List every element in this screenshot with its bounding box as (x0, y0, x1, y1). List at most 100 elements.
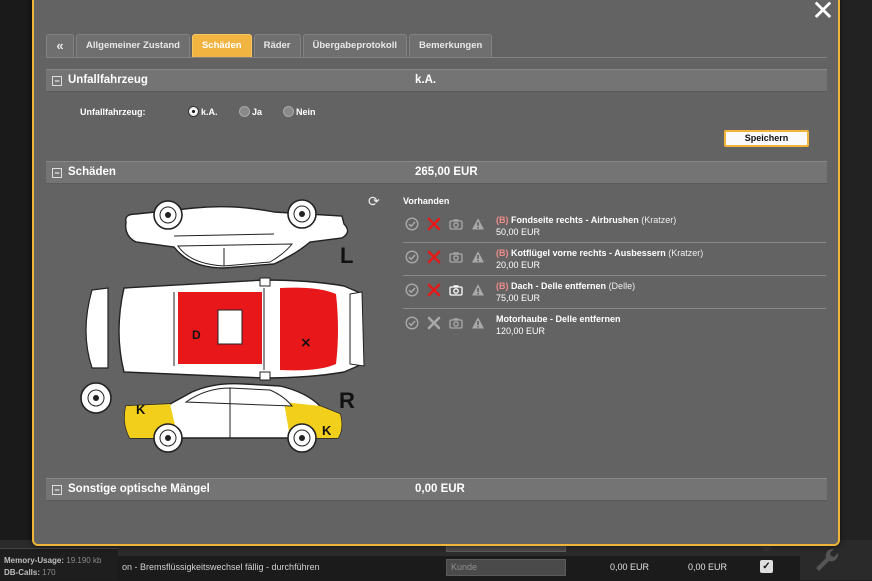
damage-type: (Kratzer) (668, 248, 704, 258)
damage-description: (B) Fondseite rechts - Airbrushen (Kratz… (496, 214, 676, 238)
radio-dot[interactable] (283, 106, 294, 117)
warning-icon[interactable] (471, 217, 485, 231)
amount-cell: 0,00 EUR (688, 562, 728, 572)
delete-icon[interactable] (427, 283, 441, 297)
section-value: k.A. (415, 74, 437, 86)
damage-row[interactable]: (B) Fondseite rechts - Airbrushen (Kratz… (403, 210, 826, 243)
damage-name: Dach - Delle entfernen (511, 281, 607, 291)
radio-label: Nein (296, 106, 316, 117)
tab-bar: « Allgemeiner Zustand Schäden Räder Über… (46, 34, 493, 57)
damage-name: Motorhaube - Delle entfernen (496, 314, 621, 324)
amount-cell: 0,00 EUR (610, 562, 650, 572)
damage-list-heading: Vorhanden (403, 196, 450, 206)
radio-dot[interactable] (188, 106, 199, 117)
background-row-text: on - Bremsflüssigkeitswechsel fällig - d… (122, 562, 320, 572)
collapse-icon[interactable]: − (52, 485, 62, 495)
radio-dot[interactable] (239, 106, 250, 117)
radio-label: k.A. (201, 106, 218, 117)
collapse-icon[interactable]: − (52, 76, 62, 86)
damage-marker-k: K (322, 423, 332, 438)
section-value: 0,00 EUR (415, 483, 465, 495)
damage-actions (405, 316, 485, 330)
damage-actions (405, 250, 485, 264)
section-title: Schäden (68, 166, 116, 178)
wrench-icon[interactable] (812, 545, 842, 575)
damage-name: Kotflügel vorne rechts - Ausbessern (511, 248, 666, 258)
damage-name: Fondseite rechts - Airbrushen (511, 215, 639, 225)
tab-general-condition[interactable]: Allgemeiner Zustand (76, 34, 190, 57)
radio-ja[interactable]: Ja (239, 106, 262, 117)
check-circle-icon[interactable] (405, 250, 419, 264)
tab-remarks[interactable]: Bemerkungen (408, 34, 493, 57)
memory-value: 19.190 kb (66, 556, 102, 565)
damage-marker-d: D (192, 328, 201, 342)
background-left-column (0, 0, 34, 580)
delete-icon[interactable] (427, 250, 441, 264)
status-panel: Memory-Usage: 19.190 kb DB-Calls: 170 (0, 548, 118, 580)
save-button[interactable]: Speichern (724, 130, 809, 147)
camera-icon[interactable] (449, 217, 463, 231)
background-right-column (838, 0, 872, 580)
warning-icon[interactable] (471, 316, 485, 330)
radio-ka[interactable]: k.A. (188, 106, 218, 117)
tab-divider (46, 57, 827, 58)
check-circle-icon[interactable] (405, 283, 419, 297)
damage-amount: 20,00 EUR (496, 260, 541, 270)
damage-marker-x: × (300, 335, 312, 351)
radio-label: Ja (252, 106, 263, 117)
kunde-input[interactable]: Kunde (446, 559, 566, 576)
section-title: Sonstige optische Mängel (68, 483, 210, 495)
damage-amount: 75,00 EUR (496, 293, 541, 303)
db-calls-label: DB-Calls: (4, 568, 41, 577)
warning-icon[interactable] (471, 283, 485, 297)
car-left-view[interactable] (125, 199, 349, 269)
damage-prefix: (B) (496, 248, 509, 258)
section-other-header[interactable]: − Sonstige optische Mängel 0,00 EUR (46, 478, 827, 501)
damage-actions (405, 283, 485, 297)
damage-amount: 120,00 EUR (496, 326, 546, 336)
damage-description: Motorhaube - Delle entfernen 120,00 EUR (496, 313, 621, 337)
radio-nein[interactable]: Nein (283, 106, 316, 117)
refresh-icon[interactable]: ⟳ (368, 195, 382, 209)
db-calls-value: 170 (42, 568, 56, 577)
camera-icon[interactable] (449, 316, 463, 330)
delete-icon[interactable] (427, 316, 441, 330)
damage-row[interactable]: (B) Dach - Delle entfernen (Delle) 75,00… (403, 276, 826, 309)
check-circle-icon[interactable] (405, 316, 419, 330)
damage-type: (Kratzer) (641, 215, 677, 225)
car-diagram-svg[interactable]: L D × K K R (74, 192, 374, 460)
tab-wheels[interactable]: Räder (253, 34, 301, 57)
damage-prefix: (B) (496, 215, 509, 225)
check-circle-icon[interactable] (405, 217, 419, 231)
damage-prefix: (B) (496, 281, 509, 291)
car-top-view[interactable] (85, 277, 365, 381)
warning-icon[interactable] (471, 250, 485, 264)
damage-type: (Delle) (608, 281, 636, 291)
accident-field-label: Unfallfahrzeug: (80, 107, 146, 117)
memory-label: Memory-Usage: (4, 556, 65, 565)
checkbox[interactable]: ✓ (760, 560, 773, 573)
right-side-letter: R (339, 388, 355, 413)
tab-damages[interactable]: Schäden (191, 34, 252, 57)
tab-handover-protocol[interactable]: Übergabeprotokoll (302, 34, 407, 57)
damage-description: (B) Dach - Delle entfernen (Delle) 75,00… (496, 280, 635, 304)
section-damages-header[interactable]: − Schäden 265,00 EUR (46, 161, 827, 184)
section-accident-header[interactable]: − Unfallfahrzeug k.A. (46, 69, 827, 92)
car-right-view[interactable] (123, 382, 343, 453)
delete-icon[interactable] (427, 217, 441, 231)
damage-row[interactable]: (B) Kotflügel vorne rechts - Ausbessern … (403, 243, 826, 276)
section-title: Unfallfahrzeug (68, 74, 148, 86)
damage-amount: 50,00 EUR (496, 227, 541, 237)
damage-actions (405, 217, 485, 231)
section-value: 265,00 EUR (415, 166, 478, 178)
left-side-letter: L (340, 243, 353, 268)
close-icon[interactable]: ✕ (810, 0, 836, 25)
damage-marker-k: K (136, 402, 146, 417)
collapse-icon[interactable]: − (52, 168, 62, 178)
tab-back-button[interactable]: « (46, 34, 74, 57)
camera-icon[interactable] (449, 283, 463, 297)
spare-wheel[interactable] (80, 382, 112, 414)
damage-row[interactable]: Motorhaube - Delle entfernen 120,00 EUR (403, 309, 826, 342)
camera-icon[interactable] (449, 250, 463, 264)
car-damage-diagram[interactable]: L D × K K R (74, 192, 374, 460)
